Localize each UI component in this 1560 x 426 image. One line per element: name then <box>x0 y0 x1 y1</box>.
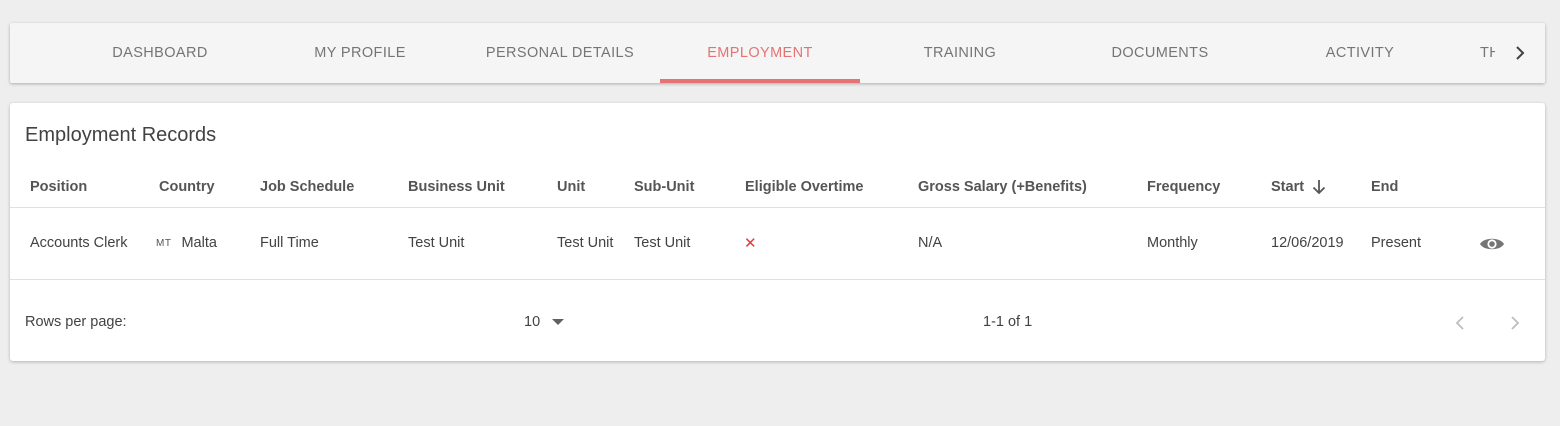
rows-per-page-label: Rows per page: <box>25 314 127 330</box>
tab-activity[interactable]: ACTIVITY <box>1260 23 1460 83</box>
rows-per-page-select[interactable]: 10 <box>524 314 565 330</box>
card-title: Employment Records <box>25 124 217 146</box>
cell-position: Accounts Clerk <box>30 235 128 251</box>
header-job-schedule[interactable]: Job Schedule <box>260 179 354 195</box>
header-start[interactable]: Start <box>1271 179 1326 195</box>
header-end[interactable]: End <box>1371 179 1398 195</box>
header-sub-unit[interactable]: Sub-Unit <box>634 179 694 195</box>
prev-page-button[interactable] <box>1448 311 1472 335</box>
tab-dashboard[interactable]: DASHBOARD <box>60 23 260 83</box>
page-range: 1-1 of 1 <box>983 314 1033 330</box>
tabs-bar: DASHBOARD MY PROFILE PERSONAL DETAILS EM… <box>10 23 1545 83</box>
header-unit[interactable]: Unit <box>557 179 585 195</box>
country-name: Malta <box>181 235 217 251</box>
header-business-unit[interactable]: Business Unit <box>408 179 505 195</box>
tab-my-profile[interactable]: MY PROFILE <box>260 23 460 83</box>
header-start-label: Start <box>1271 179 1305 195</box>
header-eligible-overtime[interactable]: Eligible Overtime <box>745 179 863 195</box>
cell-start: 12/06/2019 <box>1271 235 1344 251</box>
cell-frequency: Monthly <box>1147 235 1198 251</box>
header-position[interactable]: Position <box>30 179 87 195</box>
chevron-right-icon <box>1511 316 1520 330</box>
arrow-down-icon <box>1312 180 1326 195</box>
tab-personal-details[interactable]: PERSONAL DETAILS <box>460 23 660 83</box>
next-page-button[interactable] <box>1503 311 1527 335</box>
tab-documents[interactable]: DOCUMENTS <box>1060 23 1260 83</box>
header-country[interactable]: Country <box>159 179 215 195</box>
tab-training[interactable]: TRAINING <box>860 23 1060 83</box>
cell-unit: Test Unit <box>557 235 614 251</box>
cell-gross-salary: N/A <box>918 235 943 251</box>
header-divider <box>10 207 1545 208</box>
chevron-left-icon <box>1455 316 1464 330</box>
row-divider <box>10 279 1545 280</box>
cell-job-schedule: Full Time <box>260 235 319 251</box>
cell-country: MT Malta <box>156 235 217 251</box>
tab-employment[interactable]: EMPLOYMENT <box>660 23 860 83</box>
cell-business-unit: Test Unit <box>408 235 465 251</box>
employment-records-card: Employment Records Position Country Job … <box>10 103 1545 361</box>
cell-end: Present <box>1371 235 1421 251</box>
close-icon: ✕ <box>744 235 757 252</box>
caret-down-icon <box>552 319 565 325</box>
eye-icon <box>1480 238 1504 250</box>
tabs-next-button[interactable] <box>1495 23 1545 83</box>
rows-per-page-value: 10 <box>524 314 541 330</box>
cell-sub-unit: Test Unit <box>634 235 691 251</box>
chevron-right-icon <box>1516 46 1525 60</box>
country-flag-code: MT <box>156 237 172 249</box>
tab-truncated[interactable]: TH <box>1480 23 1496 83</box>
view-button[interactable] <box>1478 231 1506 257</box>
header-frequency[interactable]: Frequency <box>1147 179 1220 195</box>
header-gross-salary[interactable]: Gross Salary (+Benefits) <box>918 179 1087 195</box>
